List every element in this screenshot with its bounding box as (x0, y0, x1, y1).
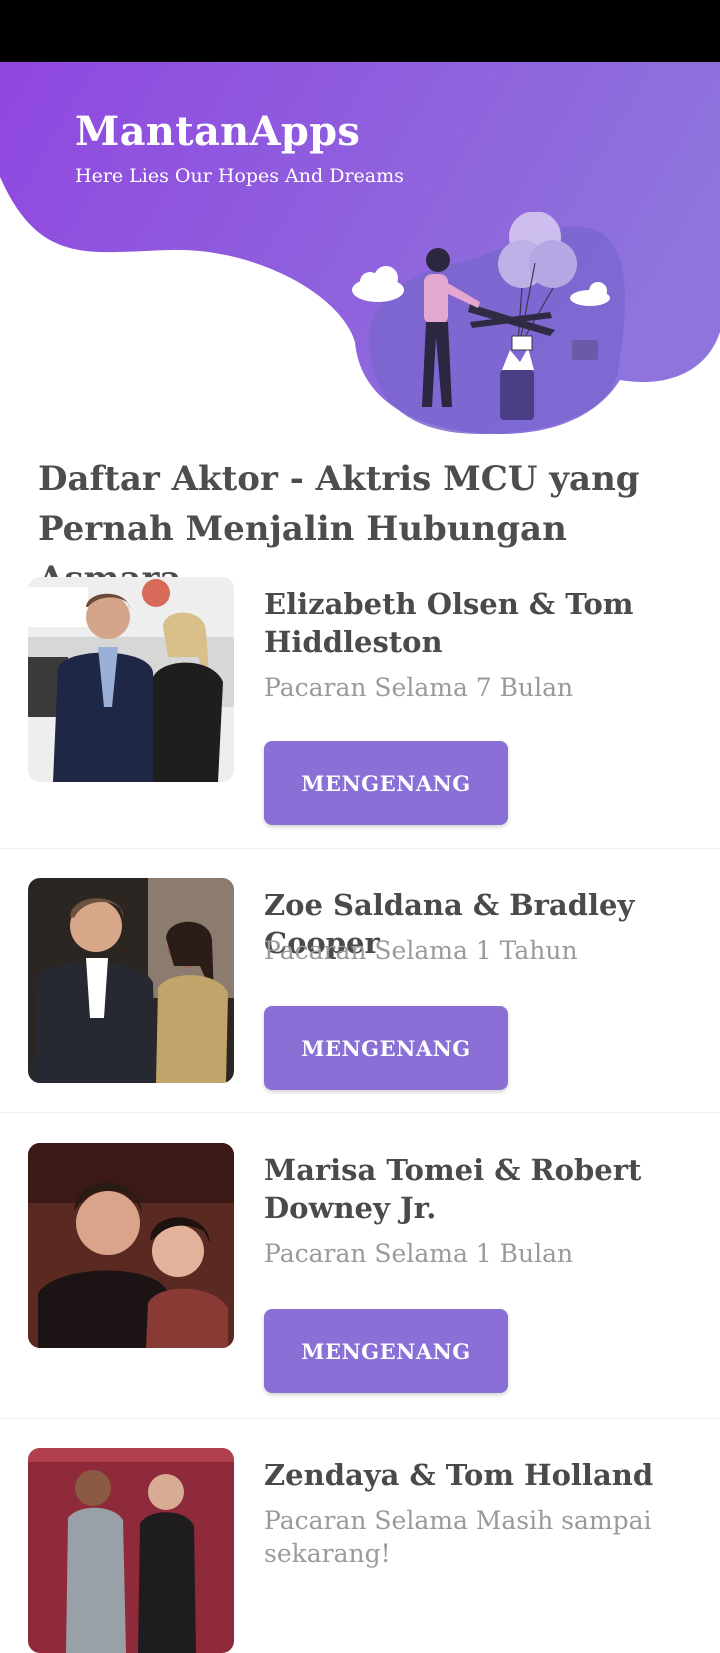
mengenang-button[interactable]: MENGENANG (264, 741, 508, 825)
couple-duration: Pacaran Selama 7 Bulan (264, 673, 574, 702)
couple-title: Marisa Tomei & Robert Downey Jr. (264, 1153, 642, 1225)
status-bar (0, 0, 720, 62)
couple-photo[interactable] (28, 878, 234, 1083)
couple-duration: Pacaran Selama Masih sampai sekarang! (264, 1506, 652, 1568)
header-banner: MantanApps Here Lies Our Hopes And Dream… (0, 62, 720, 452)
couple-photo[interactable] (28, 577, 234, 782)
app-title: MantanApps (75, 108, 361, 155)
divider (0, 1418, 720, 1419)
app-subtitle: Here Lies Our Hopes And Dreams (75, 165, 404, 187)
couple-photo[interactable] (28, 1448, 234, 1653)
couple-duration: Pacaran Selama 1 Tahun (264, 936, 578, 965)
mengenang-button[interactable]: MENGENANG (264, 1309, 508, 1393)
couple-title: Elizabeth Olsen & Tom Hiddleston (264, 587, 634, 659)
mengenang-button[interactable]: MENGENANG (264, 1006, 508, 1090)
couple-duration: Pacaran Selama 1 Bulan (264, 1239, 574, 1268)
couple-title: Zendaya & Tom Holland (264, 1458, 654, 1492)
divider (0, 1112, 720, 1113)
couple-photo[interactable] (28, 1143, 234, 1348)
divider (0, 848, 720, 849)
woman-cutting-balloons-illustration (352, 212, 625, 434)
